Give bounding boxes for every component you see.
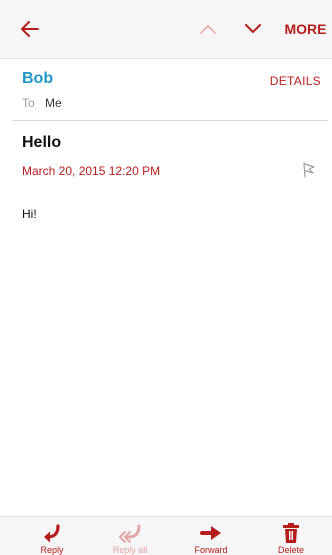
next-message-button[interactable] [237, 0, 269, 58]
recipient-line: To Me [22, 96, 62, 110]
to-label: To [22, 96, 35, 110]
reply-all-button[interactable]: Reply all [97, 517, 163, 555]
details-button[interactable]: DETAILS [270, 74, 321, 88]
forward-button[interactable]: Forward [178, 517, 244, 555]
message-body: Hi! [22, 207, 37, 221]
reply-all-icon [119, 524, 141, 543]
back-button[interactable] [10, 0, 50, 58]
header-divider [12, 120, 328, 121]
flag-icon [303, 162, 315, 178]
sender-block: Bob DETAILS To Me [0, 58, 332, 120]
message-subject: Hello [22, 134, 62, 151]
more-button[interactable]: MORE [279, 0, 332, 58]
reply-icon [44, 524, 60, 543]
back-arrow-icon [21, 21, 39, 37]
previous-message-button[interactable] [192, 0, 224, 58]
sender-name[interactable]: Bob [22, 70, 53, 88]
chevron-down-icon [245, 24, 261, 33]
forward-icon [200, 526, 221, 540]
top-toolbar: MORE [0, 0, 332, 59]
bottom-action-bar: Reply Reply all Forward Delete [0, 516, 332, 555]
delete-button[interactable]: Delete [258, 517, 324, 555]
trash-icon [283, 523, 299, 543]
message-date: March 20, 2015 12:20 PM [22, 164, 161, 178]
chevron-up-icon [200, 25, 216, 34]
recipient-name: Me [45, 96, 62, 110]
reply-button[interactable]: Reply [19, 517, 85, 555]
flag-button[interactable] [301, 162, 317, 178]
